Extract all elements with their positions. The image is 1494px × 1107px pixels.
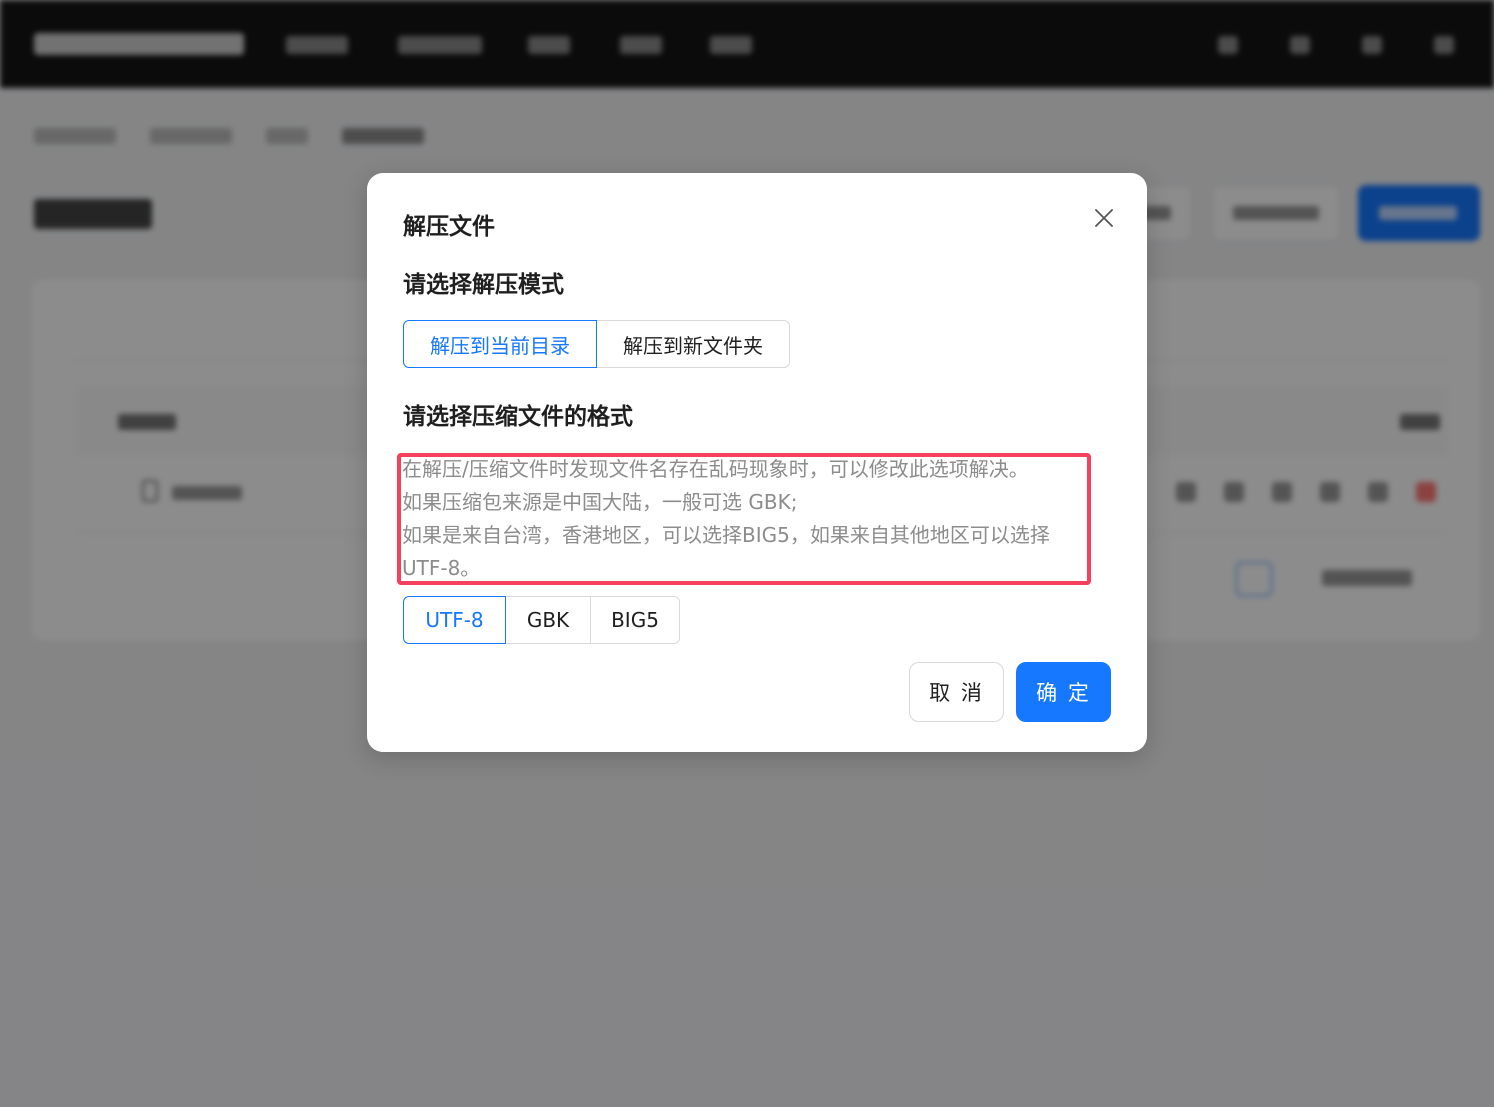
mode-segmented: 解压到当前目录 解压到新文件夹: [403, 320, 790, 368]
confirm-button[interactable]: 确 定: [1016, 662, 1111, 722]
mode-option-new-folder[interactable]: 解压到新文件夹: [596, 320, 790, 368]
encoding-option-gbk[interactable]: GBK: [505, 596, 591, 644]
hint-line: UTF-8。: [402, 556, 481, 580]
hint-line: 如果是来自台湾，香港地区，可以选择BIG5，如果来自其他地区可以选择: [402, 523, 1050, 547]
close-button[interactable]: [1087, 201, 1121, 235]
encoding-option-utf8[interactable]: UTF-8: [403, 596, 506, 644]
extract-dialog: 解压文件 请选择解压模式 解压到当前目录 解压到新文件夹 请选择压缩文件的格式 …: [367, 173, 1147, 752]
encoding-hint: 在解压/压缩文件时发现文件名存在乱码现象时，可以修改此选项解决。 如果压缩包来源…: [402, 453, 1102, 585]
mode-section-title: 请选择解压模式: [403, 272, 564, 298]
dialog-title: 解压文件: [403, 214, 495, 240]
encoding-segmented: UTF-8 GBK BIG5: [403, 596, 680, 644]
encoding-option-big5[interactable]: BIG5: [590, 596, 680, 644]
mode-option-current-dir[interactable]: 解压到当前目录: [403, 320, 597, 368]
cancel-button[interactable]: 取 消: [909, 662, 1004, 722]
hint-line: 如果压缩包来源是中国大陆，一般可选 GBK;: [402, 490, 798, 514]
close-icon: [1095, 209, 1113, 227]
format-section-title: 请选择压缩文件的格式: [403, 404, 633, 430]
hint-line: 在解压/压缩文件时发现文件名存在乱码现象时，可以修改此选项解决。: [402, 457, 1029, 481]
